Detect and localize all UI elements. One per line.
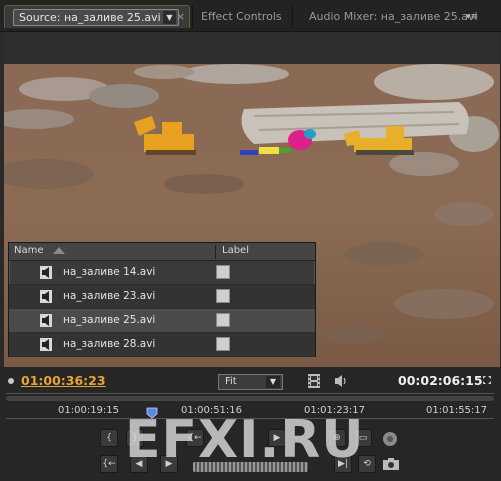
tab-source[interactable]: Source: на_заливе 25.avi ▼ (4, 5, 190, 28)
sort-ascending-icon[interactable] (53, 247, 65, 254)
column-divider[interactable] (215, 245, 216, 259)
panel-tab-bar: Source: на_заливе 25.avi ▼ × Effect Cont… (0, 0, 501, 32)
chevron-down-icon[interactable]: ▼ (163, 11, 176, 24)
close-icon[interactable]: × (176, 5, 185, 28)
bin-item-name: на_заливе 23.avi (63, 290, 156, 302)
tick-label: 01:00:19:15 (58, 405, 120, 416)
effect-controls-label: Effect Controls (201, 10, 282, 23)
zoom-dropdown[interactable]: Fit ▼ (218, 374, 283, 390)
bin-header: Name Label (9, 243, 315, 261)
source-clip-dropdown[interactable]: Source: на_заливе 25.avi ▼ (13, 9, 179, 26)
output-icon[interactable] (380, 428, 400, 448)
bin-item-name: на_заливе 14.avi (63, 266, 156, 278)
audio-file-icon (40, 338, 52, 351)
label-swatch[interactable] (216, 337, 230, 351)
bin-row-selected[interactable]: на_заливе 25.avi (9, 309, 315, 333)
project-bin-panel: Name Label на_заливе 14.avi на_заливе 23… (8, 242, 316, 357)
duration-toggle-icon[interactable] (482, 375, 492, 385)
bin-item-name: на_заливе 25.avi (63, 314, 156, 326)
marker-icon[interactable] (8, 378, 14, 384)
audio-file-icon (40, 314, 52, 327)
label-swatch[interactable] (216, 265, 230, 279)
go-to-in-point-button[interactable]: {← (100, 455, 118, 473)
bin-item-name: на_заливе 28.avi (63, 338, 156, 350)
video-letterbox (4, 32, 500, 64)
audio-mixer-label: Audio Mixer: на_заливе 25.avi (309, 10, 478, 23)
panel-menu-icon[interactable]: ▾≡ (466, 12, 478, 22)
zoom-scroll-bar[interactable] (6, 396, 494, 401)
audio-file-icon (40, 290, 52, 303)
speaker-icon[interactable] (333, 373, 349, 389)
tab-effect-controls[interactable]: Effect Controls (192, 5, 292, 28)
duration-timecode: 00:02:06:15 (398, 373, 483, 388)
bin-row[interactable]: на_заливе 23.avi (9, 285, 315, 309)
camera-icon[interactable] (382, 457, 400, 471)
source-tab-label: Source: на_заливе 25.avi (19, 11, 161, 24)
label-swatch[interactable] (216, 289, 230, 303)
set-in-button[interactable]: { (100, 429, 118, 447)
watermark-text: EFXI.RU (125, 410, 365, 470)
bin-row[interactable]: на_заливе 14.avi (9, 261, 315, 285)
chevron-down-icon[interactable]: ▼ (266, 376, 280, 388)
bin-row[interactable]: на_заливе 28.avi (9, 333, 315, 357)
column-label-header[interactable]: Label (222, 245, 249, 256)
current-timecode[interactable]: 01:00:36:23 (21, 373, 106, 388)
zoom-value: Fit (225, 376, 237, 387)
column-name-header[interactable]: Name (14, 245, 44, 256)
label-swatch[interactable] (216, 313, 230, 327)
film-icon[interactable] (307, 373, 321, 389)
audio-file-icon (40, 266, 52, 279)
tick-label: 01:01:55:17 (426, 405, 488, 416)
